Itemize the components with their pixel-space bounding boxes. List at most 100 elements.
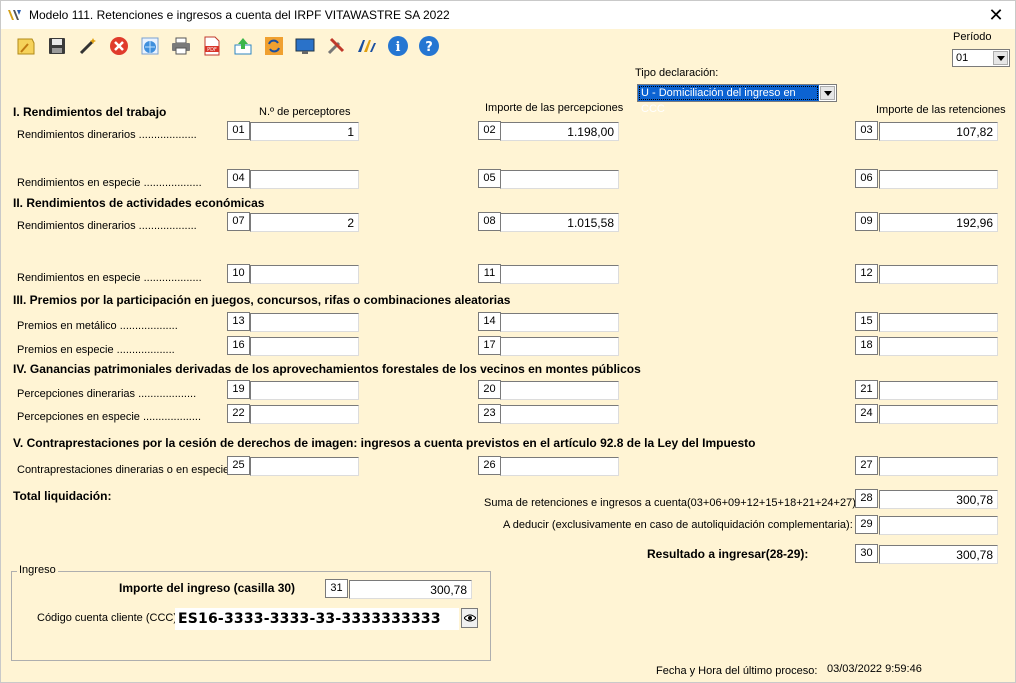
casilla-code: 11: [478, 264, 501, 283]
casilla-22-input[interactable]: [250, 405, 359, 424]
casilla-code: 19: [227, 380, 250, 399]
importe-ingreso-label: Importe del ingreso (casilla 30): [119, 581, 296, 595]
periodo-select[interactable]: 01: [952, 49, 1010, 67]
casilla-04-input[interactable]: [250, 170, 359, 189]
section-premios: III. Premios por la participación en jue…: [13, 293, 511, 307]
casilla-code: 01: [227, 121, 250, 140]
app-logo-icon: [8, 10, 21, 20]
casilla-code: 29: [855, 515, 878, 534]
casilla-code: 30: [855, 544, 878, 563]
info-icon[interactable]: i: [385, 33, 410, 58]
casilla-code: 10: [227, 264, 250, 283]
casilla-23-input[interactable]: [500, 405, 619, 424]
casilla-26-input[interactable]: [500, 457, 619, 476]
casilla-code: 25: [227, 456, 250, 475]
casilla-05-input[interactable]: [500, 170, 619, 189]
casilla-16-input[interactable]: [250, 337, 359, 356]
ccc-input[interactable]: ES16-3333-3333-33-3333333333: [175, 608, 459, 630]
casilla-code: 03: [855, 121, 878, 140]
casilla-18-input[interactable]: [879, 337, 998, 356]
col-perceptores-header: N.º de perceptores: [259, 106, 351, 118]
casilla-21-input[interactable]: [879, 381, 998, 400]
casilla-code: 18: [855, 336, 878, 355]
casilla-code: 04: [227, 169, 250, 188]
casilla-07-input[interactable]: 2: [250, 213, 359, 232]
casilla-11-input[interactable]: [500, 265, 619, 284]
casilla-14-input[interactable]: [500, 313, 619, 332]
casilla-code: 31: [325, 579, 348, 598]
casilla-code: 24: [855, 404, 878, 423]
casilla-13-input[interactable]: [250, 313, 359, 332]
window-title: Modelo 111. Retenciones e ingresos a cue…: [29, 8, 450, 22]
title-bar: Modelo 111. Retenciones e ingresos a cue…: [1, 1, 1015, 29]
casilla-code: 28: [855, 489, 878, 508]
casilla-06-input[interactable]: [879, 170, 998, 189]
monitor-icon[interactable]: [292, 33, 317, 58]
close-button[interactable]: ✕: [985, 4, 1007, 26]
casilla-03-input[interactable]: 107,82: [879, 122, 998, 141]
section-rendimientos-trabajo: I. Rendimientos del trabajo: [13, 105, 167, 119]
row-label: Premios en especie ...................: [17, 344, 175, 356]
help-icon[interactable]: ?: [416, 33, 441, 58]
ultimo-proceso-value: 03/03/2022 9:59:46: [827, 663, 922, 675]
tipo-declaracion-label: Tipo declaración:: [635, 67, 719, 79]
casilla-01-input[interactable]: 1: [250, 122, 359, 141]
casilla-17-input[interactable]: [500, 337, 619, 356]
ultimo-proceso-label: Fecha y Hora del último proceso:: [656, 665, 818, 677]
toolbar: PDF i ?: [13, 33, 441, 61]
deducir-label: A deducir (exclusivamente en caso de aut…: [503, 519, 853, 531]
globe-icon[interactable]: [137, 33, 162, 58]
casilla-09-input[interactable]: 192,96: [879, 213, 998, 232]
casilla-code: 05: [478, 169, 501, 188]
casilla-02-input[interactable]: 1.198,00: [500, 122, 619, 141]
casilla-19-input[interactable]: [250, 381, 359, 400]
tipo-declaracion-value: U - Domiciliación del ingreso en CCC: [638, 85, 819, 115]
casilla-31-input[interactable]: 300,78: [349, 580, 472, 599]
casilla-code: 15: [855, 312, 878, 331]
casilla-code: 26: [478, 456, 501, 475]
pdf-icon[interactable]: PDF: [199, 33, 224, 58]
casilla-code: 17: [478, 336, 501, 355]
upload-icon[interactable]: [230, 33, 255, 58]
row-label: Rendimientos dinerarios ................…: [17, 220, 197, 232]
ingreso-legend: Ingreso: [17, 564, 58, 576]
chevron-down-icon[interactable]: [993, 51, 1008, 65]
casilla-25-input[interactable]: [250, 457, 359, 476]
notepad-icon[interactable]: [13, 33, 38, 58]
section-ganancias-forestales: IV. Ganancias patrimoniales derivadas de…: [13, 362, 641, 376]
casilla-10-input[interactable]: [250, 265, 359, 284]
section-actividades-economicas: II. Rendimientos de actividades económic…: [13, 196, 265, 210]
eye-icon[interactable]: [461, 608, 478, 628]
row-label: Premios en metálico ...................: [17, 320, 178, 332]
casilla-08-input[interactable]: 1.015,58: [500, 213, 619, 232]
casilla-code: 06: [855, 169, 878, 188]
casilla-code: 23: [478, 404, 501, 423]
casilla-28-input[interactable]: 300,78: [879, 490, 998, 509]
casilla-code: 27: [855, 456, 878, 475]
delete-icon[interactable]: [106, 33, 131, 58]
chevron-down-icon[interactable]: [820, 86, 835, 100]
printer-icon[interactable]: [168, 33, 193, 58]
casilla-27-input[interactable]: [879, 457, 998, 476]
casilla-30-input[interactable]: 300,78: [879, 545, 998, 564]
floppy-save-icon[interactable]: [44, 33, 69, 58]
casilla-29-input[interactable]: [879, 516, 998, 535]
aeat-logo-icon[interactable]: [354, 33, 379, 58]
tipo-declaracion-select[interactable]: U - Domiciliación del ingreso en CCC: [637, 84, 837, 115]
magic-wand-icon[interactable]: [75, 33, 100, 58]
casilla-15-input[interactable]: [879, 313, 998, 332]
casilla-code: 07: [227, 212, 250, 231]
casilla-24-input[interactable]: [879, 405, 998, 424]
sync-icon[interactable]: [261, 33, 286, 58]
casilla-12-input[interactable]: [879, 265, 998, 284]
casilla-code: 08: [478, 212, 501, 231]
ccc-label: Código cuenta cliente (CCC): [37, 612, 178, 624]
row-label: Rendimientos en especie ................…: [17, 177, 202, 189]
tools-icon[interactable]: [323, 33, 348, 58]
row-label: Rendimientos dinerarios ................…: [17, 129, 197, 141]
casilla-code: 02: [478, 121, 501, 140]
casilla-code: 22: [227, 404, 250, 423]
casilla-code: 14: [478, 312, 501, 331]
casilla-20-input[interactable]: [500, 381, 619, 400]
svg-text:?: ?: [425, 40, 433, 55]
